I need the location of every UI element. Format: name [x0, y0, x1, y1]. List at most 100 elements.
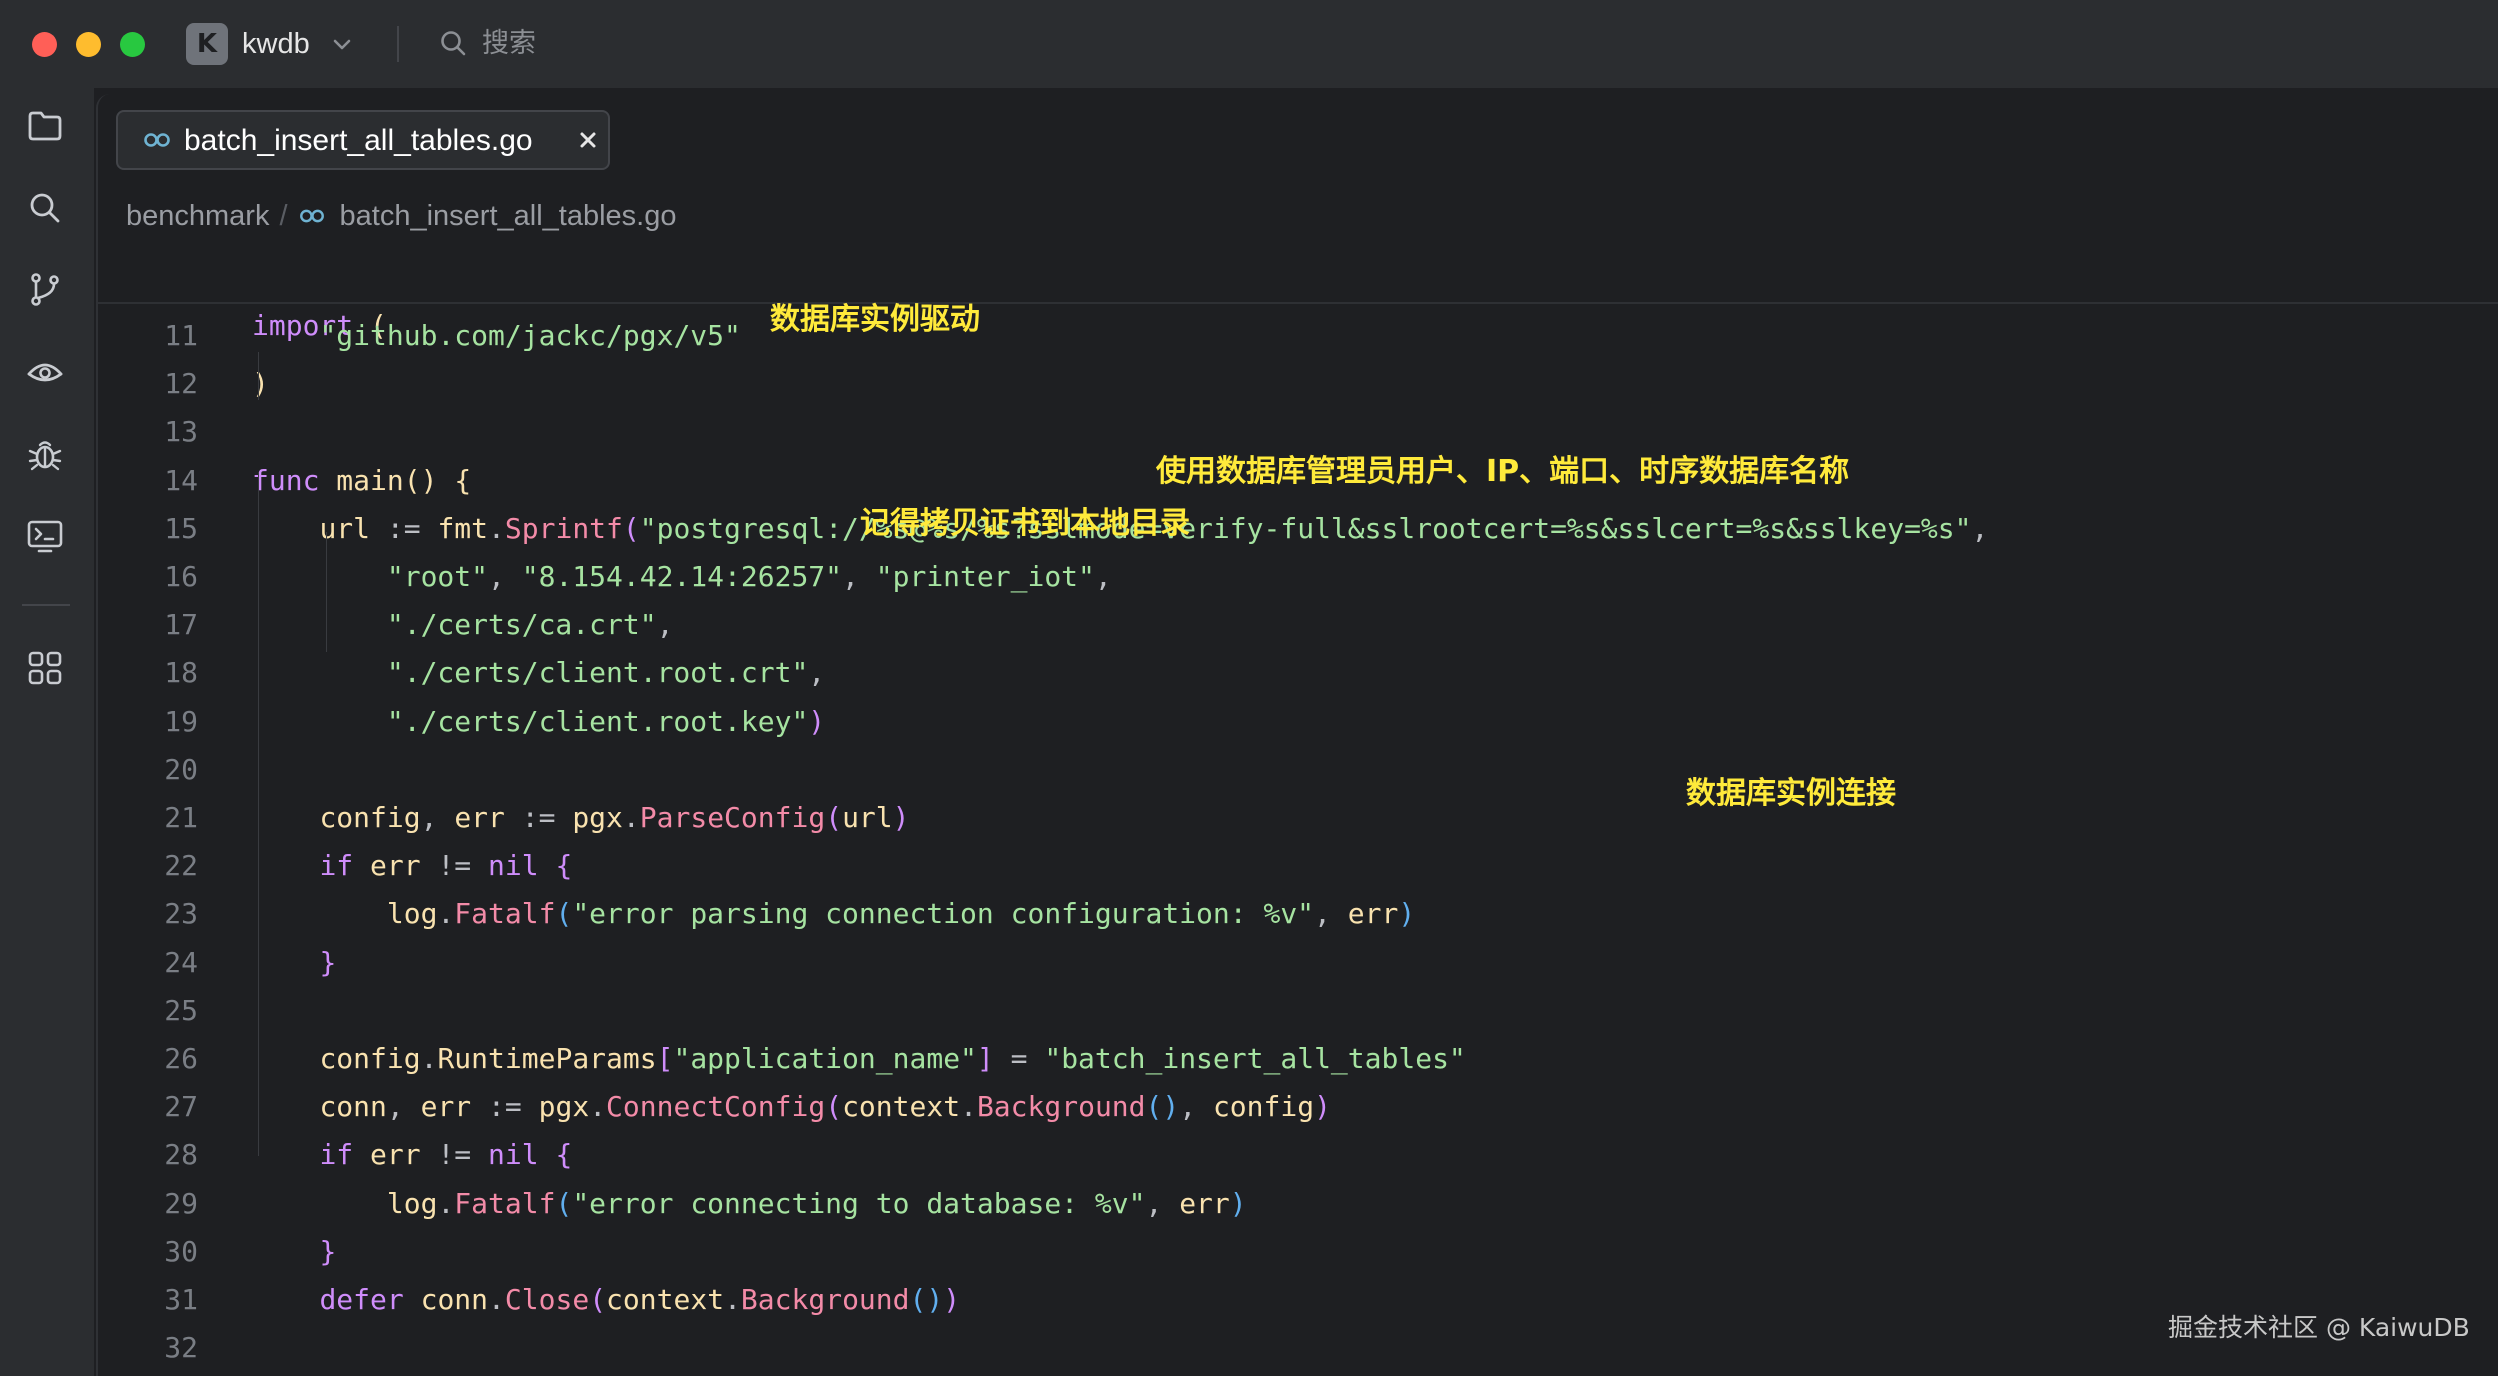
code-line[interactable]: 19 "./certs/client.root.key"): [98, 698, 2498, 746]
maximize-window-button[interactable]: [120, 32, 145, 57]
close-window-button[interactable]: [32, 32, 57, 57]
code-line[interactable]: 12): [98, 360, 2498, 408]
code-line[interactable]: 26 config.RuntimeParams["application_nam…: [98, 1035, 2498, 1083]
line-number[interactable]: 29: [98, 1180, 198, 1228]
line-number[interactable]: 22: [98, 842, 198, 890]
code-token: .: [960, 1090, 977, 1124]
folder-icon[interactable]: [25, 106, 65, 146]
code-token: .: [420, 1042, 438, 1075]
code-token: config: [319, 801, 421, 834]
line-number[interactable]: 12: [98, 360, 198, 408]
code-text: "github.com/jackc/pgx/v5": [252, 312, 741, 360]
terminal-icon[interactable]: [25, 516, 65, 556]
code-line[interactable]: 32: [98, 1324, 2498, 1372]
code-line[interactable]: 31 defer conn.Close(context.Background()…: [98, 1276, 2498, 1324]
sticky-scroll-header[interactable]: import (: [98, 254, 2498, 342]
code-token: ): [252, 367, 269, 401]
search-icon[interactable]: [25, 188, 65, 228]
project-name[interactable]: kwdb: [242, 24, 310, 64]
code-token: "postgresql://%s@%s/%s?sslmode=verify-fu…: [639, 511, 1972, 545]
code-token: ConnectConfig: [606, 1090, 826, 1124]
breadcrumb-file[interactable]: batch_insert_all_tables.go: [340, 196, 677, 236]
apps-grid-icon[interactable]: [25, 648, 65, 688]
line-number[interactable]: 21: [98, 794, 198, 842]
code-line[interactable]: 21 config, err := pgx.ParseConfig(url): [98, 794, 2498, 842]
project-avatar[interactable]: K: [186, 23, 228, 65]
code-token: pgx: [572, 801, 623, 834]
code-token: (): [1145, 1090, 1180, 1124]
annotation-driver: 数据库实例驱动: [770, 302, 980, 337]
code-line[interactable]: 16 "root", "8.154.42.14:26257", "printer…: [98, 553, 2498, 601]
code-line[interactable]: 24 }: [98, 939, 2498, 987]
line-number[interactable]: 30: [98, 1228, 198, 1276]
line-number[interactable]: 25: [98, 987, 198, 1035]
code-line[interactable]: 22 if err != nil {: [98, 842, 2498, 890]
code-token: "8.154.42.14:26257": [521, 560, 843, 593]
code-token: "github.com/jackc/pgx/v5": [319, 319, 741, 352]
line-number[interactable]: 19: [98, 698, 198, 746]
line-number[interactable]: 16: [98, 553, 198, 601]
line-number[interactable]: 31: [98, 1276, 198, 1324]
breadcrumb-separator: /: [279, 200, 288, 232]
code-token: ParseConfig: [639, 801, 826, 834]
code-line[interactable]: 28 if err != nil {: [98, 1131, 2498, 1179]
code-line[interactable]: 23 log.Fatalf("error parsing connection …: [98, 890, 2498, 938]
code-token: log: [386, 897, 438, 931]
code-token: ): [943, 1283, 961, 1316]
code-token: err: [1347, 897, 1399, 931]
bug-icon[interactable]: [25, 434, 65, 474]
line-number[interactable]: 32: [98, 1324, 198, 1372]
code-line[interactable]: 25: [98, 987, 2498, 1035]
code-text: log.Fatalf("error parsing connection con…: [252, 890, 1415, 938]
code-line[interactable]: 17 "./certs/ca.crt",: [98, 601, 2498, 649]
code-line[interactable]: 27 conn, err := pgx.ConnectConfig(contex…: [98, 1083, 2498, 1131]
line-number[interactable]: 13: [98, 408, 198, 456]
code-line[interactable]: 29 log.Fatalf("error connecting to datab…: [98, 1180, 2498, 1228]
code-token: Sprintf: [504, 511, 623, 545]
breadcrumb-folder[interactable]: benchmark: [126, 196, 269, 236]
line-number[interactable]: 14: [98, 457, 198, 505]
activity-divider: [22, 604, 70, 606]
code-line[interactable]: 30 }: [98, 1228, 2498, 1276]
code-token: .: [589, 1090, 607, 1124]
line-number[interactable]: 20: [98, 746, 198, 794]
line-number[interactable]: 27: [98, 1083, 198, 1131]
search-icon[interactable]: [438, 28, 470, 60]
line-number[interactable]: 11: [98, 312, 198, 360]
code-text: config, err := pgx.ParseConfig(url): [252, 794, 909, 842]
code-token: (: [555, 897, 573, 931]
editor-tab[interactable]: batch_insert_all_tables.go: [116, 110, 610, 170]
eye-icon[interactable]: [25, 352, 65, 392]
chevron-down-icon[interactable]: [330, 32, 354, 56]
close-icon[interactable]: [578, 130, 598, 150]
code-token: config: [1212, 1090, 1315, 1124]
code-line[interactable]: 18 "./certs/client.root.crt",: [98, 649, 2498, 697]
line-number[interactable]: 28: [98, 1131, 198, 1179]
git-branch-icon[interactable]: [25, 270, 65, 310]
code-line[interactable]: 15 url := fmt.Sprintf("postgresql://%s@%…: [98, 505, 2498, 553]
code-token: ]: [976, 1042, 994, 1075]
line-number[interactable]: 24: [98, 939, 198, 987]
line-number[interactable]: 18: [98, 649, 198, 697]
code-token: {: [555, 849, 573, 883]
code-token: (: [825, 801, 843, 834]
code-line[interactable]: 20: [98, 746, 2498, 794]
code-editor[interactable]: import ( 11 "github.com/jackc/pgx/v5" 12)…: [98, 254, 2498, 1376]
code-text: "./certs/client.root.crt",: [252, 649, 825, 697]
code-token: ,: [386, 1090, 421, 1124]
line-number[interactable]: 15: [98, 505, 198, 553]
code-line[interactable]: 11 "github.com/jackc/pgx/v5": [98, 312, 2498, 360]
line-number[interactable]: 23: [98, 890, 198, 938]
line-number[interactable]: 17: [98, 601, 198, 649]
search-everywhere[interactable]: 搜索: [482, 24, 536, 64]
line-number[interactable]: 26: [98, 1035, 198, 1083]
minimize-window-button[interactable]: [76, 32, 101, 57]
